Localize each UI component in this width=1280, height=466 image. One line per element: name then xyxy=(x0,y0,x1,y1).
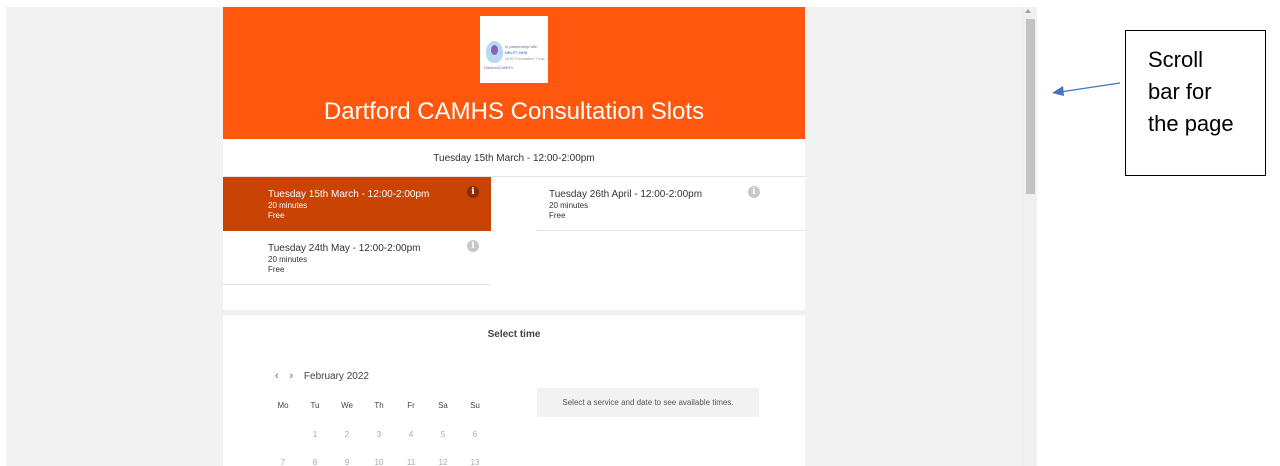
service-option-march[interactable]: Tuesday 15th March - 12:00-2:00pm 20 min… xyxy=(223,177,491,231)
chevron-right-icon[interactable]: › xyxy=(289,370,293,382)
selected-service-heading: Tuesday 15th March - 12:00-2:00pm xyxy=(223,140,805,177)
weekday-label: Mo xyxy=(277,401,289,410)
screenshot: in partnership with NELFT NHS NHS Founda… xyxy=(0,0,1280,466)
calendar-day[interactable]: 7 xyxy=(273,458,293,466)
section-divider xyxy=(223,310,805,315)
weekday-label: Su xyxy=(470,401,480,410)
calendar-day[interactable]: 1 xyxy=(305,430,325,439)
service-price: Free xyxy=(268,265,285,274)
calendar-day[interactable]: 13 xyxy=(465,458,485,466)
calendar-month-label: February 2022 xyxy=(303,371,369,382)
header-banner: in partnership with NELFT NHS NHS Founda… xyxy=(223,7,805,139)
service-name: Tuesday 26th April - 12:00-2:00pm xyxy=(549,189,703,200)
available-times-panel: Select a service and date to see availab… xyxy=(537,388,759,417)
page-title: Dartford CAMHS Consultation Slots xyxy=(323,98,705,125)
scrollbar-thumb[interactable] xyxy=(1026,19,1035,194)
calendar-day[interactable]: 9 xyxy=(337,458,357,466)
annotation-callout: Scroll bar for the page xyxy=(1125,30,1266,176)
calendar-day[interactable]: 6 xyxy=(465,430,485,439)
annotation-text: Scroll bar for the page xyxy=(1148,47,1234,136)
service-duration: 20 minutes xyxy=(549,201,589,210)
logo-text: NHS Foundation Trust xyxy=(505,56,545,61)
logo-text: in partnership with xyxy=(505,44,538,49)
weekday-label: We xyxy=(341,401,353,410)
page-scrollbar[interactable] xyxy=(1021,7,1037,466)
logo-mark-icon xyxy=(486,41,503,63)
calendar-day[interactable]: 2 xyxy=(337,430,357,439)
annotation-arrow-icon xyxy=(1052,82,1121,96)
calendar-day[interactable]: 10 xyxy=(369,458,389,466)
select-time-heading: Select time xyxy=(487,329,541,340)
calendar-day[interactable]: 11 xyxy=(401,458,421,466)
calendar-navigation: ‹ › February 2022 xyxy=(275,370,377,382)
annotation-arrow-head xyxy=(1052,86,1064,96)
weekday-label: Th xyxy=(374,401,384,410)
scroll-up-arrow-icon[interactable] xyxy=(1025,9,1031,13)
service-price: Free xyxy=(549,211,566,220)
weekday-label: Fr xyxy=(407,401,415,410)
service-duration: 20 minutes xyxy=(268,201,308,210)
calendar-day[interactable]: 5 xyxy=(433,430,453,439)
calendar-day[interactable]: 8 xyxy=(305,458,325,466)
service-duration: 20 minutes xyxy=(268,255,308,264)
booking-card: in partnership with NELFT NHS NHS Founda… xyxy=(223,7,805,466)
calendar-day[interactable]: 12 xyxy=(433,458,453,466)
service-name: Tuesday 24th May - 12:00-2:00pm xyxy=(268,243,421,254)
info-icon[interactable]: i xyxy=(467,186,479,198)
logo-text: DartfordCAMHS xyxy=(484,65,513,70)
calendar-day[interactable]: 3 xyxy=(369,430,389,439)
annotation-arrow-line xyxy=(1059,82,1121,93)
logo-text: NELFT NHS xyxy=(505,50,528,55)
service-price: Free xyxy=(268,211,285,220)
chevron-left-icon[interactable]: ‹ xyxy=(275,370,279,382)
weekday-label: Sa xyxy=(438,401,448,410)
weekday-label: Tu xyxy=(310,401,320,410)
info-icon[interactable]: i xyxy=(748,186,760,198)
service-name: Tuesday 15th March - 12:00-2:00pm xyxy=(268,189,430,200)
service-option-may[interactable]: Tuesday 24th May - 12:00-2:00pm 20 minut… xyxy=(223,231,491,285)
info-icon[interactable]: i xyxy=(467,240,479,252)
service-option-april[interactable]: Tuesday 26th April - 12:00-2:00pm 20 min… xyxy=(537,177,805,231)
logo: in partnership with NELFT NHS NHS Founda… xyxy=(480,16,548,83)
calendar-day[interactable]: 4 xyxy=(401,430,421,439)
